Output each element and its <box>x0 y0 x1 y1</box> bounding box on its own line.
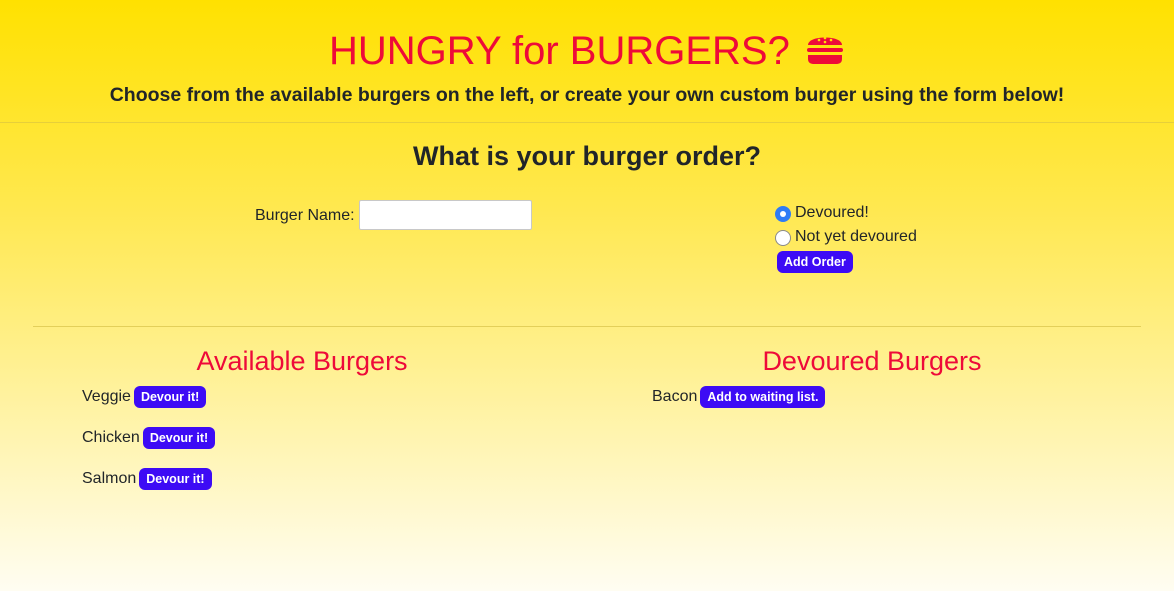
add-order-button[interactable]: Add Order <box>777 251 853 273</box>
radio-not-devoured[interactable]: Not yet devoured <box>775 227 917 247</box>
page-subtitle: Choose from the available burgers on the… <box>109 84 1065 106</box>
radio-devoured[interactable]: Devoured! <box>775 203 869 223</box>
radio-devoured-button[interactable] <box>775 206 791 222</box>
available-burger-item: Chicken Devour it! <box>82 427 216 449</box>
page-title: HUNGRY for BURGERS? <box>0 28 1174 74</box>
radio-devoured-label: Devoured! <box>795 204 869 221</box>
section-divider <box>33 326 1141 327</box>
devoured-burger-item: Bacon Add to waiting list. <box>652 386 826 408</box>
burger-name: Chicken <box>82 429 140 446</box>
available-burger-item: Salmon Devour it! <box>82 468 212 490</box>
burger-name: Veggie <box>82 388 131 405</box>
burger-name: Salmon <box>82 470 137 487</box>
devour-button[interactable]: Devour it! <box>133 386 207 408</box>
order-form-heading: What is your burger order? <box>412 141 762 171</box>
burger-name: Bacon <box>652 388 698 405</box>
burger-name-label: Burger Name: <box>255 207 355 224</box>
devour-button[interactable]: Devour it! <box>142 427 216 449</box>
add-to-waiting-list-button[interactable]: Add to waiting list. <box>700 386 826 408</box>
radio-not-devoured-button[interactable] <box>775 230 791 246</box>
devoured-burgers-heading: Devoured Burgers <box>762 346 982 376</box>
radio-not-devoured-label: Not yet devoured <box>795 228 917 245</box>
page-header: HUNGRY for BURGERS? Choose from the avai… <box>0 0 1174 123</box>
page-title-text: HUNGRY for BURGERS? <box>329 29 790 73</box>
burger-icon <box>806 37 843 65</box>
burger-name-input[interactable] <box>359 200 532 230</box>
devour-button[interactable]: Devour it! <box>139 468 212 490</box>
available-burgers-heading: Available Burgers <box>196 346 408 376</box>
available-burger-item: Veggie Devour it! <box>82 386 207 408</box>
